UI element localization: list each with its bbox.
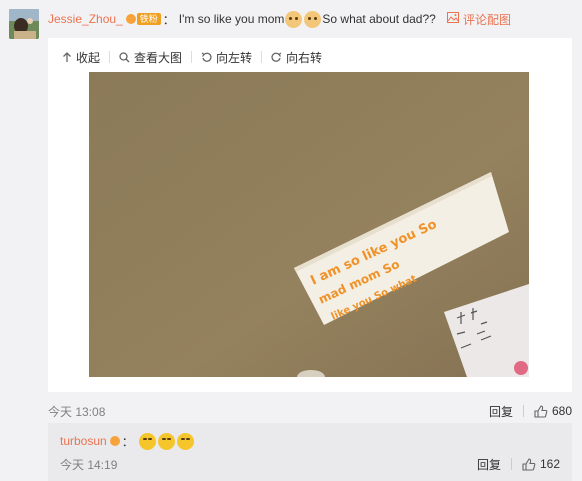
like-button[interactable]: 680 [534, 404, 572, 418]
dog-face-icon [304, 10, 322, 28]
vip-tag: 铁粉 [136, 13, 161, 25]
reply-button[interactable]: 回复 [489, 403, 513, 420]
sub-like-count: 162 [539, 457, 560, 471]
sub-comment-meta: 今天 14:19 回复 162 [60, 455, 560, 473]
rotate-left-button[interactable]: 向左转 [201, 49, 252, 66]
toolbar-divider [261, 51, 263, 63]
toolbar-divider [191, 51, 193, 63]
comment-username[interactable]: Jessie_Zhou_ [48, 12, 123, 26]
vip-badge[interactable] [109, 436, 120, 446]
thumbs-up-icon [522, 457, 536, 471]
sub-comment-username[interactable]: turbosun [60, 434, 107, 448]
avatar[interactable] [9, 9, 39, 39]
rotate-right-button[interactable]: 向右转 [271, 49, 322, 66]
search-icon [119, 51, 130, 63]
comment-meta: 今天 13:08 回复 680 [48, 402, 572, 420]
view-large-button[interactable]: 查看大图 [119, 49, 182, 66]
sub-comment-line: turbosun ： [60, 432, 195, 450]
media-toolbar: 收起 查看大图 向左转 向右转 [62, 48, 322, 66]
laugh-cry-icon [157, 432, 175, 450]
collapse-button[interactable]: 收起 [62, 49, 100, 66]
photo-image: I am so like you So mad mom So like you … [89, 72, 529, 377]
rotate-left-label: 向左转 [216, 50, 253, 65]
thumbs-up-icon [534, 404, 548, 418]
sub-comment-time: 今天 14:19 [60, 457, 118, 472]
comment-photo[interactable]: I am so like you So mad mom So like you … [89, 72, 529, 377]
picture-icon [447, 12, 459, 26]
sub-comment-colon: ： [121, 434, 134, 449]
laugh-cry-icon [138, 432, 156, 450]
comment-colon: ： [162, 12, 175, 27]
like-count: 680 [551, 404, 572, 418]
collapse-label: 收起 [76, 50, 101, 65]
comment-time: 今天 13:08 [48, 404, 106, 419]
vip-face-icon [109, 436, 120, 446]
vip-face-icon [125, 14, 136, 24]
media-box: 收起 查看大图 向左转 向右转 I am so like you So mad … [48, 38, 572, 392]
comment-picture-label: 评论配图 [463, 12, 512, 27]
rotate-right-label: 向右转 [286, 50, 323, 65]
sub-like-button[interactable]: 162 [522, 457, 560, 471]
avatar-image [9, 9, 39, 39]
toolbar-divider [109, 51, 111, 63]
comment-text-part-2: So what about dad?? [322, 12, 436, 26]
collapse-arrow-icon [62, 51, 72, 63]
comment-text-part-1: I'm so like you mom [178, 12, 285, 26]
comment-picture-link[interactable]: 评论配图 [447, 10, 511, 28]
vip-badge[interactable]: 铁粉 [125, 13, 161, 25]
rotate-left-icon [201, 52, 212, 63]
view-large-label: 查看大图 [134, 50, 183, 65]
meta-divider [510, 458, 512, 470]
rotate-right-icon [271, 52, 282, 63]
sub-comment: turbosun ： 今天 14:19 回复 162 [48, 423, 572, 481]
dog-face-icon [285, 10, 303, 28]
sub-reply-button[interactable]: 回复 [477, 456, 501, 473]
laugh-cry-icon [176, 432, 194, 450]
comment-line: Jessie_Zhou_ 铁粉 ： I'm so like you mom So… [48, 10, 436, 28]
meta-divider [522, 405, 524, 417]
